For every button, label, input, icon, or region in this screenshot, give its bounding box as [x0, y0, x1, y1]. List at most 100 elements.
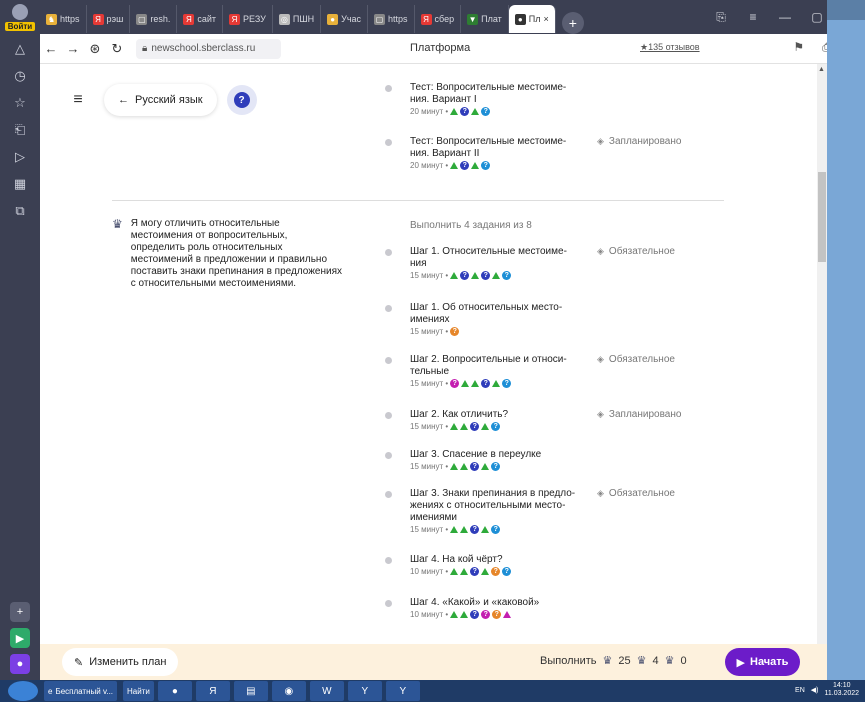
collections-icon[interactable]: ⎗: [11, 121, 29, 139]
collections-icon[interactable]: ⎘: [705, 10, 737, 25]
hamburger-menu-icon[interactable]: ≡: [62, 84, 94, 116]
question-badge-icon: ?: [450, 379, 460, 388]
scrollbar-thumb[interactable]: [818, 172, 826, 262]
browser-tab[interactable]: Ясайт: [177, 5, 224, 33]
alice-taskbar-icon[interactable]: ●: [157, 681, 192, 701]
lesson-title: Шаг 2. Вопросительные и относи-тельные: [410, 354, 567, 377]
triangle-badge-icon: [460, 463, 469, 470]
lesson-meta: 10 минут •???: [410, 567, 512, 576]
browser-tab[interactable]: ▢ resh.: [130, 5, 178, 33]
protect-icon[interactable]: ⊛: [84, 41, 106, 57]
scroll-up-icon[interactable]: ▲: [818, 66, 825, 73]
media-icon[interactable]: ▷: [11, 148, 29, 166]
question-badge-icon: ?: [450, 327, 460, 336]
volume-icon[interactable]: ◀): [811, 686, 819, 694]
status-dot-icon: [385, 600, 392, 607]
reload-icon[interactable]: ↻: [106, 41, 128, 57]
triangle-badge-icon: [450, 162, 459, 169]
browser-tab[interactable]: ◎ ПШН: [273, 5, 322, 33]
pencil-icon: ✎: [74, 656, 84, 669]
back-arrow-icon[interactable]: ←: [40, 41, 62, 56]
notifications-icon[interactable]: △: [11, 40, 29, 58]
lesson-status-label: Запланировано: [608, 409, 682, 420]
login-label: Войти: [4, 21, 36, 31]
favicon-icon: Я: [229, 13, 241, 25]
browser-tab[interactable]: ● Учас: [321, 5, 369, 33]
screenshot-icon[interactable]: ⧉: [11, 202, 29, 220]
tab-label: РЕЗУ: [243, 14, 266, 24]
browser-tab-strip: Войти ♞ https Ярэш ▢ resh. Ясайт Я РЕЗУ ◎ ПШН ● Уча…: [0, 0, 865, 34]
count-c: 0: [680, 654, 687, 667]
menu-icon[interactable]: ≡: [737, 10, 769, 24]
alice-icon[interactable]: ●: [10, 654, 30, 674]
browser-tab[interactable]: Ярэш: [87, 5, 131, 33]
add-panel-icon[interactable]: +: [10, 602, 30, 622]
folder-taskbar-icon[interactable]: ▤: [233, 681, 268, 701]
task-stats: Выполнить ♛ 25 ♛ 4 ♛ 0: [540, 654, 687, 668]
lesson-meta: 15 минут •??: [410, 422, 501, 431]
start-button[interactable]: ▶ Начать: [725, 648, 800, 676]
edit-plan-button[interactable]: ✎ Изменить план: [62, 648, 179, 676]
sidebar-bottom: + ▶ ●: [0, 602, 40, 674]
triangle-badge-icon: [450, 108, 459, 115]
lesson-status: ◈ Запланировано: [597, 136, 681, 147]
status-dot-icon: [385, 85, 392, 92]
background-window: [827, 0, 865, 20]
browser-tab[interactable]: ♞ https: [40, 5, 87, 33]
tab-label: https: [60, 14, 80, 24]
triangle-badge-icon: [471, 108, 480, 115]
start-menu-icon[interactable]: [8, 681, 38, 701]
yandex-browser-taskbar-icon[interactable]: Y: [347, 681, 382, 701]
triangle-badge-icon: [492, 380, 501, 387]
triangle-badge-icon: [481, 526, 490, 533]
lesson-duration: 15 минут •: [410, 525, 449, 534]
firefox-taskbar-icon[interactable]: ◉: [271, 681, 306, 701]
bookmark-icon[interactable]: ⚑: [793, 40, 804, 55]
minimize-button[interactable]: —: [769, 10, 801, 24]
browser-tab[interactable]: Я РЕЗУ: [223, 5, 273, 33]
triangle-badge-icon: [461, 380, 470, 387]
vertical-scrollbar[interactable]: ▲: [817, 64, 827, 644]
status-icon: ◈: [597, 246, 604, 256]
question-badge-icon: ?: [460, 161, 470, 170]
browser-tab[interactable]: ● Пл ×: [508, 5, 556, 33]
lesson-duration: 10 минут •: [410, 567, 449, 576]
browser-tab[interactable]: ▼ Плат: [461, 5, 509, 33]
forward-arrow-icon[interactable]: →: [62, 41, 84, 56]
play-icon[interactable]: ▶: [10, 628, 30, 648]
reviews-link[interactable]: ★135 отзывов: [640, 42, 700, 53]
back-to-subject-button[interactable]: ← Русский язык: [104, 84, 217, 116]
lesson-title: Шаг 2. Как отличить?: [410, 409, 509, 420]
browser-tab[interactable]: ▢ https: [368, 5, 415, 33]
tab-label: сайт: [197, 14, 217, 24]
favorites-icon[interactable]: ☆: [11, 94, 29, 112]
taskbar-search-button[interactable]: Найти: [123, 681, 154, 701]
favicon-icon: ●: [327, 13, 339, 25]
lesson-duration: 15 минут •: [410, 379, 449, 388]
url-field[interactable]: 🔒︎ newschool.sberclass.ru: [136, 38, 281, 59]
taskbar-ie-item[interactable]: e Бесплатный v...: [44, 681, 118, 701]
word-taskbar-icon[interactable]: W: [309, 681, 344, 701]
url-text: newschool.sberclass.ru: [151, 43, 256, 54]
question-badge-icon: ?: [481, 107, 491, 116]
clock[interactable]: 14:10 11.03.2022: [824, 682, 859, 698]
lesson-title: Шаг 4. На кой чёрт?: [410, 554, 503, 565]
crown-icon: ♛: [602, 655, 613, 667]
new-tab-button[interactable]: +: [561, 12, 584, 34]
calendar-icon[interactable]: ▦: [11, 175, 29, 193]
history-icon[interactable]: ◷: [11, 67, 29, 85]
desktop-background: [827, 0, 865, 680]
language-indicator[interactable]: EN: [795, 687, 805, 694]
tab-close-icon[interactable]: ×: [544, 14, 549, 24]
goal-text: Я могу отличить относительные местоимени…: [130, 218, 342, 289]
browser-tab[interactable]: Ясбер: [415, 5, 462, 33]
login-button[interactable]: Войти: [0, 0, 40, 34]
yandex-browser-2-taskbar-icon[interactable]: Y: [385, 681, 420, 701]
lesson-status-label: Обязательное: [608, 488, 675, 499]
yandex-taskbar-icon[interactable]: Я: [195, 681, 230, 701]
tab-label: рэш: [106, 14, 124, 24]
help-button[interactable]: ?: [226, 85, 257, 115]
crown-icon: ♛: [664, 655, 675, 667]
tab-label: Учас: [341, 14, 362, 24]
lesson-title: Тест: Вопросительные местоиме-ния. Вариа…: [410, 136, 567, 159]
